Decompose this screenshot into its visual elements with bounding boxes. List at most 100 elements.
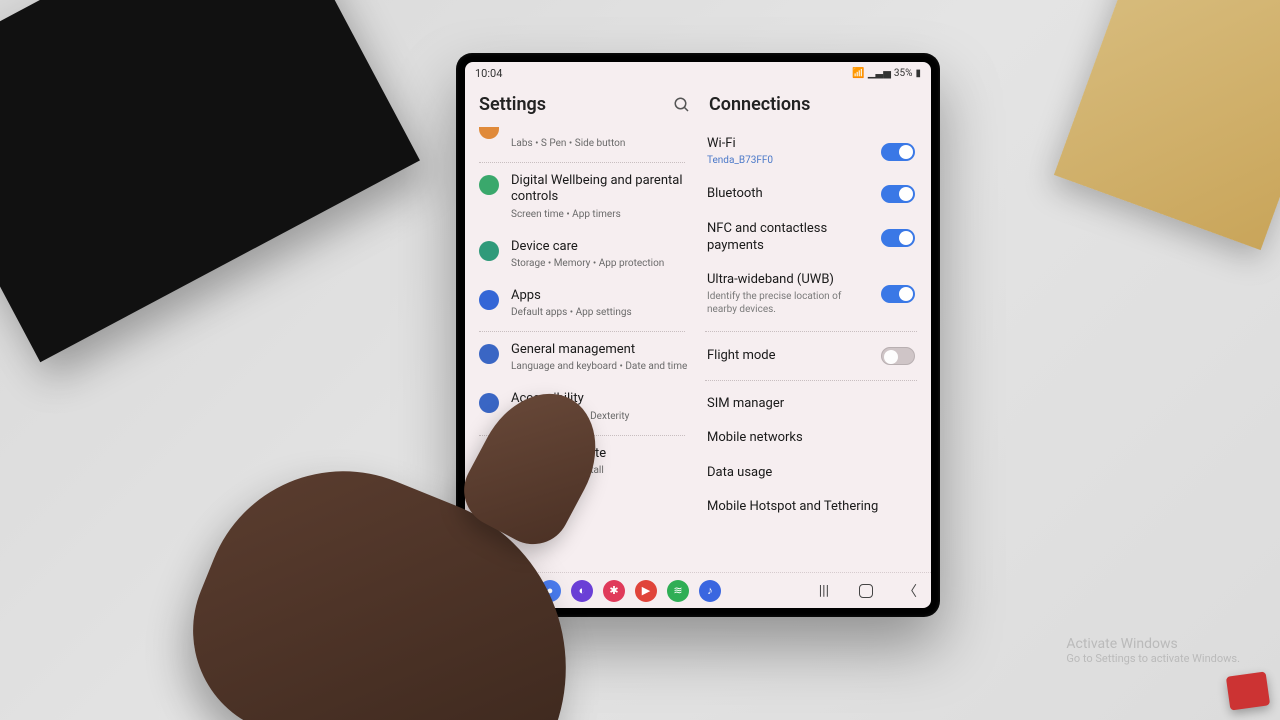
- accessibility-icon: [479, 393, 499, 413]
- connection-item[interactable]: Bluetooth: [705, 176, 917, 212]
- settings-item-text: General managementLanguage and keyboard …: [511, 342, 691, 373]
- connections-group-toggles: Wi-FiTenda_B73FF0 Bluetooth NFC and contac…: [705, 127, 917, 374]
- gallery-app-icon[interactable]: ✱: [603, 580, 625, 602]
- connection-labels: Ultra-wideband (UWB) Identify the precise…: [707, 272, 871, 316]
- home-button[interactable]: [859, 584, 873, 598]
- screen: 10:04 📶 ▁▃▅ 35% ▮ Settings Labs • S Pen …: [465, 62, 931, 608]
- connection-item[interactable]: Flight mode: [705, 338, 917, 374]
- connection-labels: Bluetooth: [707, 186, 871, 202]
- settings-item[interactable]: Software update Download and install: [479, 438, 695, 487]
- connection-labels: NFC and contactless payments: [707, 221, 871, 254]
- toggle-switch[interactable]: [881, 229, 915, 247]
- settings-item-title: Device care: [511, 239, 691, 255]
- settings-item-title: Digital Wellbeing and parental controls: [511, 173, 691, 206]
- connection-subtitle: Tenda_B73FF0: [707, 154, 871, 167]
- connection-subtitle: Identify the precise location of nearby …: [707, 290, 871, 316]
- status-right: 📶 ▁▃▅ 35% ▮: [852, 68, 921, 79]
- status-bar: 10:04 📶 ▁▃▅ 35% ▮: [465, 62, 931, 84]
- toggle-switch[interactable]: [881, 347, 915, 365]
- connection-title: Data usage: [707, 465, 772, 481]
- general-management-icon: [479, 344, 499, 364]
- toggle-switch[interactable]: [881, 185, 915, 203]
- toggle-knob: [899, 231, 913, 245]
- connection-title: Bluetooth: [707, 186, 871, 202]
- settings-item[interactable]: Accessibility Vision • Hearing • Dexterit…: [479, 383, 695, 432]
- connection-item[interactable]: Data usage: [705, 456, 917, 490]
- search-icon[interactable]: [673, 96, 691, 114]
- settings-pane: Settings Labs • S Pen • Side buttonDigit…: [465, 84, 695, 572]
- settings-item[interactable]: Labs • S Pen • Side button: [479, 127, 695, 160]
- background-box: [0, 0, 420, 362]
- recents-button[interactable]: |||: [819, 583, 829, 599]
- settings-item-subtitle: Storage • Memory • App protection: [511, 257, 691, 270]
- back-button[interactable]: 〈: [903, 581, 917, 601]
- divider: [479, 331, 685, 332]
- connection-title: Ultra-wideband (UWB): [707, 272, 871, 288]
- settings-item[interactable]: Digital Wellbeing and parental controls S…: [479, 165, 695, 231]
- settings-item-title: Software update: [511, 446, 691, 462]
- apps-drawer-icon[interactable]: [479, 582, 497, 600]
- browser-app-icon[interactable]: ◐: [571, 580, 593, 602]
- wellbeing-icon: [479, 175, 499, 195]
- taskbar-apps: ✆ ● ◐ ✱ ▶ ≋ ♪: [479, 580, 721, 602]
- watermark-line2: Go to Settings to activate Windows.: [1066, 652, 1240, 665]
- connection-title: Mobile networks: [707, 430, 803, 446]
- taskbar: ✆ ● ◐ ✱ ▶ ≋ ♪ ||| 〈: [465, 572, 931, 608]
- divider: [705, 331, 917, 332]
- connection-item[interactable]: Ultra-wideband (UWB) Identify the precise…: [705, 263, 917, 325]
- connection-labels: Wi-FiTenda_B73FF0: [707, 136, 871, 167]
- app-icons: ✆ ● ◐ ✱ ▶ ≋ ♪: [507, 580, 721, 602]
- youtube-app-icon[interactable]: ▶: [635, 580, 657, 602]
- divider: [705, 380, 917, 381]
- settings-item-subtitle: Vision • Hearing • Dexterity: [511, 410, 691, 423]
- settings-item[interactable]: General managementLanguage and keyboard …: [479, 334, 695, 383]
- connection-item[interactable]: NFC and contactless payments: [705, 212, 917, 263]
- battery-icon: ▮: [915, 68, 921, 79]
- wifi-icon: 📶: [852, 68, 864, 79]
- connections-group-links: SIM manager Mobile networks Data usage Mobi…: [705, 387, 917, 524]
- settings-list[interactable]: Labs • S Pen • Side button Digital Wellbe…: [479, 127, 695, 572]
- device-care-icon: [479, 241, 499, 261]
- toggle-knob: [899, 287, 913, 301]
- watermark-line1: Activate Windows: [1066, 636, 1240, 652]
- connection-item[interactable]: SIM manager: [705, 387, 917, 421]
- status-time: 10:04: [475, 67, 502, 80]
- connection-title: Flight mode: [707, 348, 871, 364]
- settings-item-subtitle: Screen time • App timers: [511, 208, 691, 221]
- settings-item-subtitle: Language and keyboard • Date and time: [511, 360, 691, 373]
- device-frame: 10:04 📶 ▁▃▅ 35% ▮ Settings Labs • S Pen …: [456, 53, 940, 617]
- connection-title: NFC and contactless payments: [707, 221, 871, 254]
- connection-item[interactable]: Mobile Hotspot and Tethering: [705, 490, 917, 524]
- music-app-icon[interactable]: ♪: [699, 580, 721, 602]
- connection-item[interactable]: Mobile networks: [705, 421, 917, 455]
- toggle-knob: [899, 187, 913, 201]
- toggle-knob: [884, 350, 898, 364]
- spotify-app-icon[interactable]: ≋: [667, 580, 689, 602]
- connections-title: Connections: [705, 84, 917, 127]
- toggle-knob: [899, 145, 913, 159]
- toggle-switch[interactable]: [881, 143, 915, 161]
- connection-title: SIM manager: [707, 396, 784, 412]
- nav-buttons: ||| 〈: [819, 581, 917, 601]
- advanced-features-icon: [479, 127, 499, 139]
- settings-item[interactable]: AppsDefault apps • App settings: [479, 280, 695, 329]
- settings-item-text: Digital Wellbeing and parental controls S…: [511, 173, 691, 221]
- settings-item-title: Accessibility: [511, 391, 691, 407]
- connection-labels: Flight mode: [707, 348, 871, 364]
- settings-item[interactable]: Device care Storage • Memory • App protec…: [479, 231, 695, 280]
- software-update-icon: [479, 448, 499, 468]
- connection-title: Mobile Hotspot and Tethering: [707, 499, 878, 515]
- settings-item-text: Accessibility Vision • Hearing • Dexterit…: [511, 391, 691, 422]
- connection-item[interactable]: Wi-FiTenda_B73FF0: [705, 127, 917, 176]
- messages-app-icon[interactable]: ●: [539, 580, 561, 602]
- windows-watermark: Activate Windows Go to Settings to activ…: [1066, 636, 1240, 665]
- connections-pane: Connections Wi-FiTenda_B73FF0 Bluetooth NF…: [695, 84, 931, 572]
- content-split: Settings Labs • S Pen • Side buttonDigit…: [465, 84, 931, 572]
- phone-app-icon[interactable]: ✆: [507, 580, 529, 602]
- settings-item-subtitle: Download and install: [511, 464, 691, 477]
- channel-logo: [1226, 671, 1270, 710]
- settings-item-text: AppsDefault apps • App settings: [511, 288, 691, 319]
- toggle-switch[interactable]: [881, 285, 915, 303]
- settings-item-subtitle: Default apps • App settings: [511, 306, 691, 319]
- apps-icon: [479, 290, 499, 310]
